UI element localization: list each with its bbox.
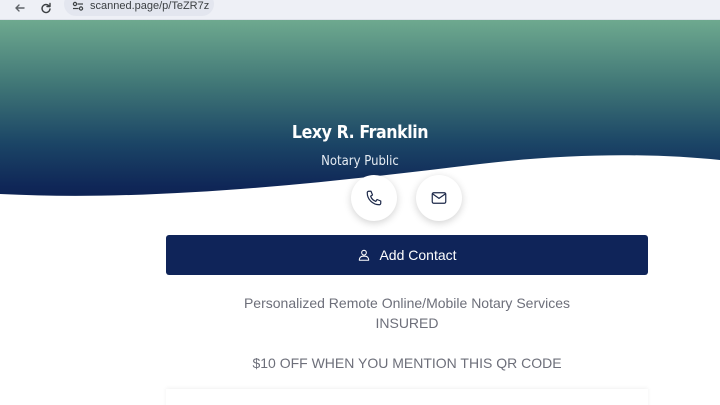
email-button[interactable] xyxy=(416,175,462,221)
call-button[interactable] xyxy=(351,175,397,221)
insured-text: INSURED xyxy=(375,315,439,331)
phone-icon xyxy=(366,190,382,206)
profile-title: Notary Public xyxy=(321,154,399,169)
back-button[interactable] xyxy=(12,0,28,16)
reload-button[interactable] xyxy=(38,0,54,16)
site-settings-icon xyxy=(72,1,84,11)
content-card xyxy=(166,389,648,405)
person-icon xyxy=(359,249,370,261)
url-text[interactable]: scanned.page/p/TeZR7z xyxy=(90,0,209,12)
add-contact-button[interactable]: Add Contact xyxy=(166,235,648,275)
arrow-left-icon xyxy=(15,4,25,12)
service-description: Personalized Remote Online/Mobile Notary… xyxy=(243,295,571,311)
browser-toolbar: scanned.page/p/TeZR7z xyxy=(0,0,720,20)
profile-name: Lexy R. Franklin xyxy=(291,122,429,143)
address-bar[interactable]: scanned.page/p/TeZR7z xyxy=(64,0,214,16)
mail-icon xyxy=(431,192,447,204)
add-contact-label: Add Contact xyxy=(379,247,457,263)
promo-text: $10 OFF WHEN YOU MENTION THIS QR CODE xyxy=(252,355,562,371)
reload-icon xyxy=(41,2,51,14)
